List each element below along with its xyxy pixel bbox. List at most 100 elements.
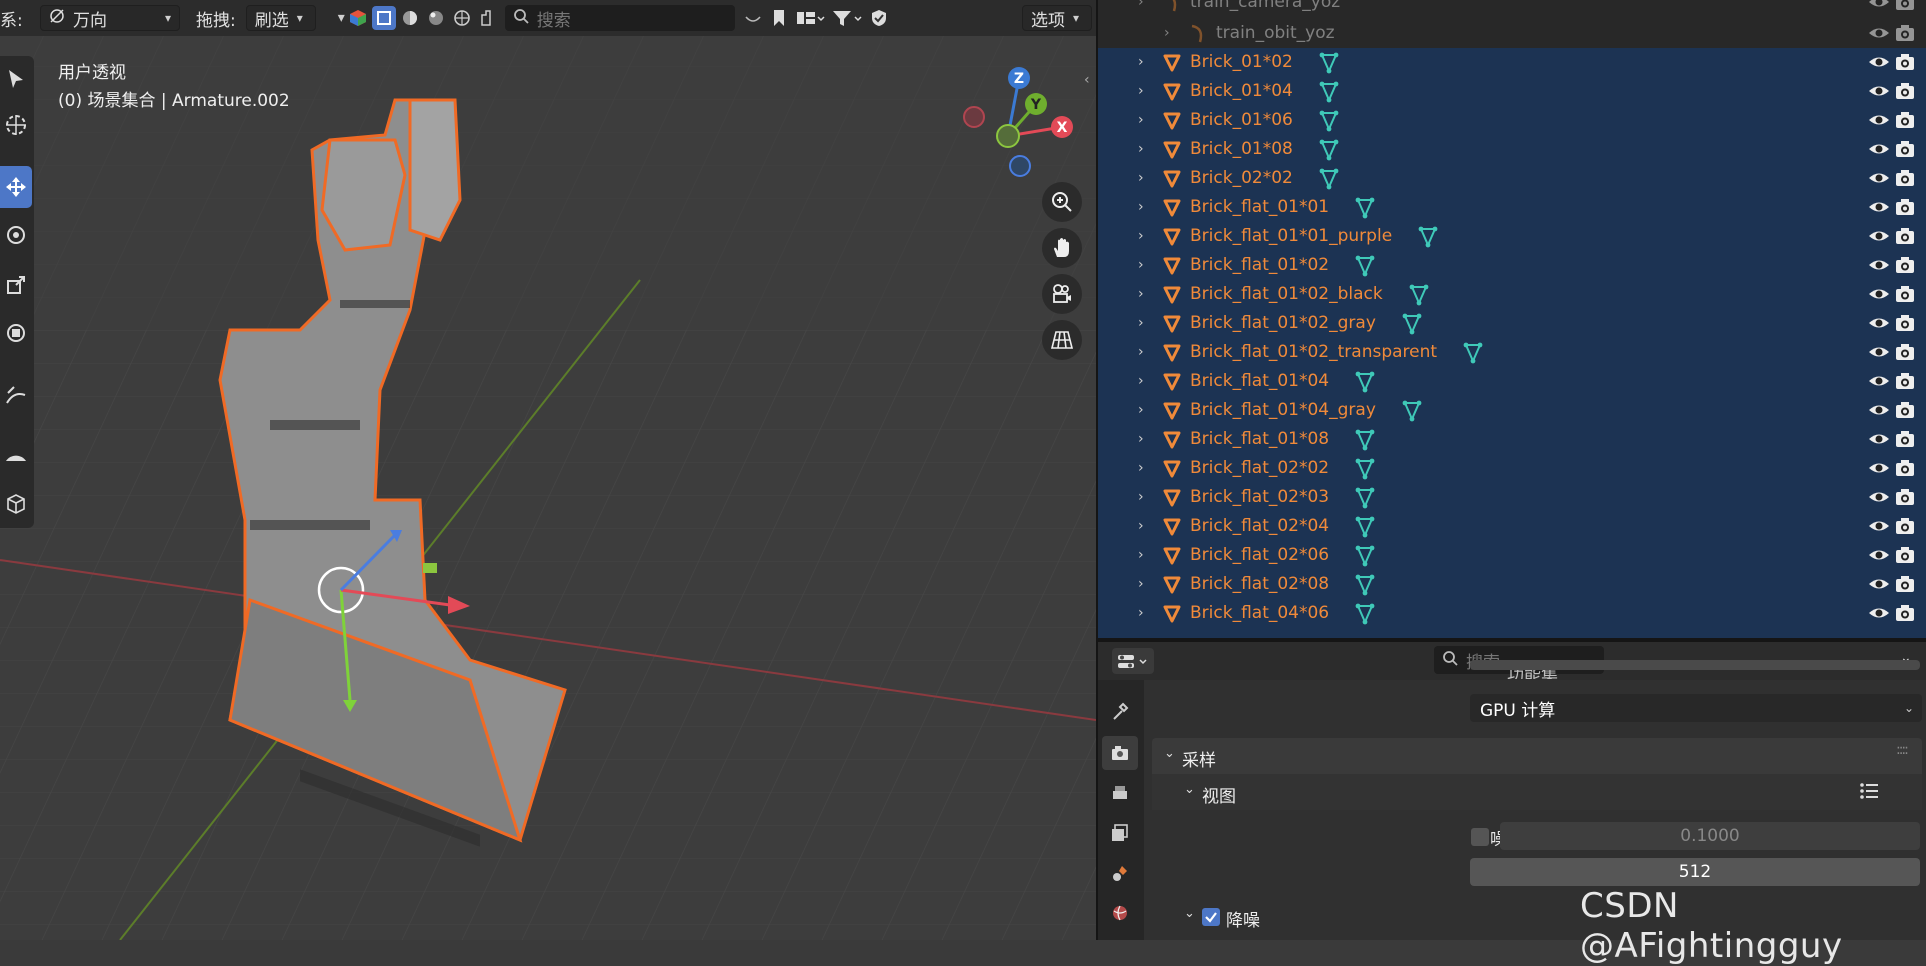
transform-orientation-dropdown[interactable]: 万向 ▾ (40, 5, 180, 31)
mesh-data-icon[interactable] (1317, 138, 1341, 166)
expand-arrow-icon[interactable]: › (1138, 576, 1144, 592)
move-tool-icon[interactable] (0, 166, 32, 208)
scale-tool-icon[interactable] (0, 264, 32, 306)
rendered-shading-icon[interactable] (450, 6, 474, 30)
view-layer-tab-icon[interactable] (1102, 816, 1138, 850)
drag-handle-icon[interactable]: :::: (1896, 742, 1909, 758)
render-camera-icon[interactable] (1895, 24, 1915, 46)
mesh-data-icon[interactable] (1416, 225, 1440, 253)
render-camera-icon[interactable] (1895, 517, 1915, 539)
visibility-eye-icon[interactable] (1868, 53, 1890, 75)
device-dropdown[interactable]: GPU 计算 ⌄ (1470, 694, 1922, 722)
collapse-icon[interactable] (741, 6, 765, 30)
render-camera-icon[interactable] (1895, 488, 1915, 510)
render-camera-icon[interactable] (1895, 285, 1915, 307)
denoise-checkbox[interactable] (1202, 908, 1220, 926)
mesh-data-icon[interactable] (1317, 51, 1341, 79)
render-camera-icon[interactable] (1895, 0, 1915, 15)
mesh-data-icon[interactable] (1353, 457, 1377, 485)
render-camera-icon[interactable] (1895, 227, 1915, 249)
expand-arrow-icon[interactable]: › (1138, 489, 1144, 505)
render-camera-icon[interactable] (1895, 575, 1915, 597)
color-swatch-icon[interactable] (346, 6, 370, 30)
feature-set-dropdown[interactable] (1470, 660, 1920, 670)
outliner-row[interactable]: › Brick_flat_01*01_purple (1098, 222, 1926, 251)
transform-tool-icon[interactable] (0, 312, 32, 354)
outliner-row[interactable]: › Brick_flat_02*02 (1098, 454, 1926, 483)
outliner-row-dimmed[interactable]: › train_camera_yoz (1098, 0, 1926, 17)
shield-check-icon[interactable] (867, 6, 891, 30)
visibility-eye-icon[interactable] (1868, 111, 1890, 133)
visibility-eye-icon[interactable] (1868, 343, 1890, 365)
expand-arrow-icon[interactable]: › (1138, 170, 1144, 186)
render-camera-icon[interactable] (1895, 401, 1915, 423)
mesh-data-icon[interactable] (1407, 283, 1431, 311)
noise-threshold-checkbox[interactable] (1471, 828, 1489, 846)
options-dropdown[interactable]: 选项 ▾ (1022, 5, 1092, 31)
render-camera-icon[interactable] (1895, 198, 1915, 220)
expand-arrow-icon[interactable]: › (1138, 112, 1144, 128)
outliner-row[interactable]: › Brick_flat_02*06 (1098, 541, 1926, 570)
chevron-down-icon[interactable]: ▾ (338, 10, 345, 26)
expand-arrow-icon[interactable]: › (1138, 228, 1144, 244)
3d-viewport[interactable]: 系: 万向 ▾ 拖拽: 刷选 ▾ ▾ 搜索 选项 ▾ 用户透视 (0) 场景集合… (0, 0, 1096, 940)
expand-arrow-icon[interactable]: › (1138, 431, 1144, 447)
camera-view-icon[interactable] (1042, 274, 1082, 314)
mesh-data-icon[interactable] (1353, 573, 1377, 601)
outliner-row[interactable]: › Brick_flat_01*02_black (1098, 280, 1926, 309)
annotate-tool-icon[interactable] (0, 374, 32, 416)
visibility-eye-icon[interactable] (1868, 24, 1890, 46)
outliner-row[interactable]: › Brick_flat_01*02_transparent (1098, 338, 1926, 367)
rotate-tool-icon[interactable] (0, 214, 32, 256)
render-camera-icon[interactable] (1895, 546, 1915, 568)
outliner-row-dimmed[interactable]: › train_obit_yoz (1098, 19, 1926, 48)
measure-tool-icon[interactable] (0, 432, 32, 474)
expand-arrow-icon[interactable]: › (1138, 141, 1144, 157)
outliner-row[interactable]: › Brick_01*04 (1098, 77, 1926, 106)
render-camera-icon[interactable] (1895, 169, 1915, 191)
outliner-row[interactable]: › Brick_01*06 (1098, 106, 1926, 135)
list-icon[interactable] (1858, 780, 1880, 806)
editor-type-dropdown[interactable] (1112, 648, 1154, 674)
tool-tab-icon[interactable] (1102, 694, 1138, 728)
drag-dropdown[interactable]: 刷选 ▾ (245, 5, 316, 31)
mesh-data-icon[interactable] (1461, 341, 1485, 369)
render-camera-icon[interactable] (1895, 459, 1915, 481)
expand-arrow-icon[interactable]: › (1138, 518, 1144, 534)
visibility-eye-icon[interactable] (1868, 401, 1890, 423)
expand-arrow-icon[interactable]: › (1138, 402, 1144, 418)
filter-icon[interactable] (829, 6, 865, 30)
expand-arrow-icon[interactable]: › (1138, 286, 1144, 302)
expand-arrow-icon[interactable]: › (1138, 257, 1144, 273)
noise-threshold-field[interactable]: 0.1000 (1500, 822, 1920, 850)
visibility-eye-icon[interactable] (1868, 82, 1890, 104)
mesh-data-icon[interactable] (1400, 312, 1424, 340)
select-tool-icon[interactable] (0, 58, 32, 100)
mesh-data-icon[interactable] (1353, 254, 1377, 282)
visibility-eye-icon[interactable] (1868, 488, 1890, 510)
render-camera-icon[interactable] (1895, 372, 1915, 394)
zoom-icon[interactable] (1042, 182, 1082, 222)
layout-icon[interactable] (793, 6, 827, 30)
expand-arrow-icon[interactable]: › (1138, 605, 1144, 621)
chevron-down-icon[interactable]: ⌄ (1184, 906, 1195, 921)
render-camera-icon[interactable] (1895, 82, 1915, 104)
outliner-row[interactable]: › Brick_flat_01*08 (1098, 425, 1926, 454)
outliner-row[interactable]: › Brick_flat_04*06 (1098, 599, 1926, 628)
viewport-subpanel-header[interactable]: ⌄ 视图 (1152, 774, 1922, 810)
visibility-eye-icon[interactable] (1868, 546, 1890, 568)
mesh-data-icon[interactable] (1317, 80, 1341, 108)
expand-arrow-icon[interactable]: › (1138, 83, 1144, 99)
mesh-data-icon[interactable] (1353, 602, 1377, 630)
render-tab-icon[interactable] (1102, 736, 1138, 770)
visibility-eye-icon[interactable] (1868, 198, 1890, 220)
overlay-icon[interactable] (476, 6, 500, 30)
render-camera-icon[interactable] (1895, 53, 1915, 75)
visibility-eye-icon[interactable] (1868, 604, 1890, 626)
visibility-eye-icon[interactable] (1868, 517, 1890, 539)
render-camera-icon[interactable] (1895, 256, 1915, 278)
outliner-row[interactable]: › Brick_flat_02*03 (1098, 483, 1926, 512)
visibility-eye-icon[interactable] (1868, 575, 1890, 597)
bookmark-icon[interactable] (767, 6, 791, 30)
world-tab-icon[interactable] (1102, 896, 1138, 930)
